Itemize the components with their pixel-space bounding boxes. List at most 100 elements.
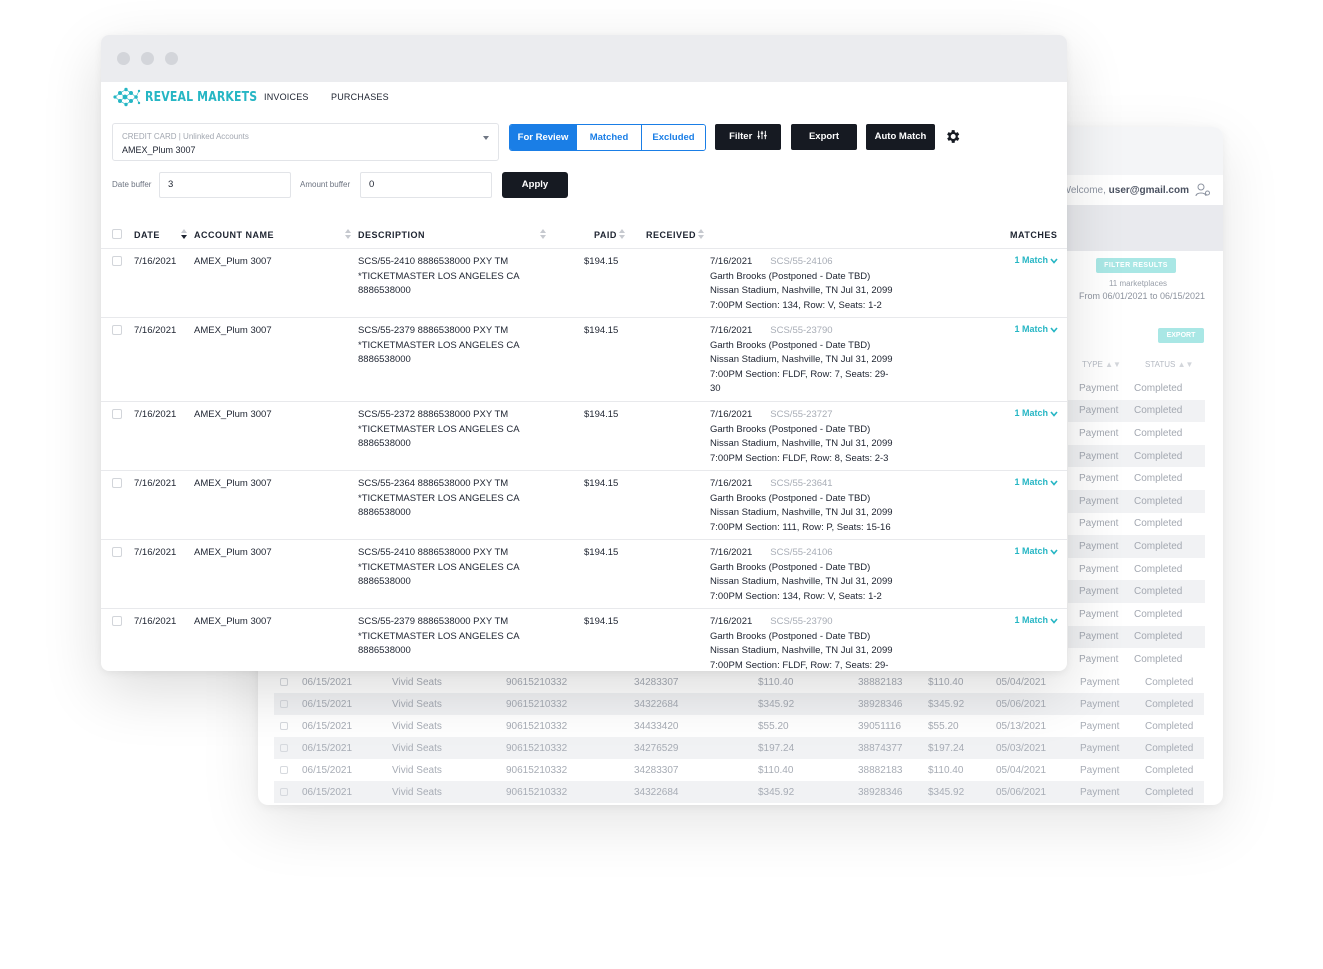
invoice-code[interactable]: SCS/55-23727 [770,409,832,420]
column-header-status[interactable]: STATUS ▲▼ [1145,360,1193,369]
column-header-account-name[interactable]: ACCOUNT NAME [194,230,274,240]
match-dropdown[interactable]: 1 Match [1014,324,1058,334]
window-maximize-dot[interactable] [165,52,178,65]
sort-icon[interactable] [181,228,187,240]
description-line: SCS/55-2379 8886538000 PXY TM [358,325,509,336]
invoice-code[interactable]: SCS/55-23790 [770,325,832,336]
window-close-dot[interactable] [117,52,130,65]
column-header-paid[interactable]: PAID [594,230,617,240]
invoice-code[interactable]: SCS/55-24106 [770,547,832,558]
table-row: 7/16/2021 AMEX_Plum 3007 SCS/55-2372 88865… [101,402,1067,471]
sort-icon[interactable] [619,228,625,240]
user-settings-icon[interactable] [1195,183,1211,197]
cell-paid: $194.15 [584,616,619,627]
invoice-code[interactable]: SCS/55-23641 [770,478,832,489]
invoice-date: 7/16/2021 [710,547,753,558]
date-buffer-input[interactable]: 3 [159,172,291,198]
row-checkbox[interactable] [280,766,288,774]
match-dropdown[interactable]: 1 Match [1014,408,1058,418]
column-header-date[interactable]: DATE [134,230,160,240]
row-checkbox[interactable] [112,478,122,488]
sort-icon[interactable] [345,228,351,240]
cell-description: SCS/55-2379 8886538000 PXY TM *TICKETMAST… [358,324,533,368]
row-checkbox[interactable] [280,678,288,686]
description-line: SCS/55-2410 8886538000 PXY TM [358,256,509,267]
row-checkbox[interactable] [112,409,122,419]
cell-paid_date: 05/13/2021 [996,720,1047,732]
description-line: *TICKETMASTER LOS ANGELES CA [358,630,520,642]
cell-amount2: $345.92 [928,786,965,798]
invoice-date: 7/16/2021 [710,478,753,489]
row-checkbox[interactable] [280,722,288,730]
row-checkbox[interactable] [112,256,122,266]
row-checkbox[interactable] [112,325,122,335]
window-minimize-dot[interactable] [141,52,154,65]
caret-down-icon [483,136,489,140]
nav-invoices[interactable]: INVOICES [264,92,309,102]
gear-icon[interactable] [944,128,961,145]
description-line: SCS/55-2410 8886538000 PXY TM [358,547,509,558]
invoice-code[interactable]: SCS/55-23790 [770,616,832,627]
background-row: Payment Completed [1068,489,1205,513]
cell-account-name: AMEX_Plum 3007 [194,256,272,267]
description-line: 8886538000 [358,645,411,656]
invoice-code[interactable]: SCS/55-24106 [770,256,832,267]
row-type: Payment [1079,563,1119,575]
tab-matched[interactable]: Matched [576,125,641,150]
sort-icon: ▲▼ [1105,360,1121,369]
match-dropdown[interactable]: 1 Match [1014,615,1058,625]
match-dropdown[interactable]: 1 Match [1014,255,1058,265]
tab-excluded[interactable]: Excluded [641,125,705,150]
cell-date: 7/16/2021 [134,325,177,336]
cell-market: Vivid Seats [392,742,442,754]
table-header: DATE ACCOUNT NAME DESCRIPTION PAID RECEI… [101,218,1067,249]
account-select[interactable]: CREDIT CARD | Unlinked Accounts AMEX_Plu… [112,123,499,161]
cell-market: Vivid Seats [392,764,442,776]
row-status: Completed [1134,473,1183,485]
row-checkbox[interactable] [280,744,288,752]
account-select-value: AMEX_Plum 3007 [122,145,196,155]
row-type: Payment [1079,608,1119,620]
background-table: 06/15/2021 Vivid Seats 90615210332 34283307… [274,671,1204,803]
cell-amount2: $197.24 [928,742,965,754]
column-header-received[interactable]: RECEIVED [646,230,696,240]
background-export-button[interactable]: EXPORT [1158,328,1204,343]
apply-button[interactable]: Apply [502,172,568,198]
filter-results-button[interactable]: FILTER RESULTS [1096,258,1176,273]
nav-purchases[interactable]: PURCHASES [331,92,389,102]
cell-status: Completed [1145,764,1194,776]
cell-order: 34322684 [634,786,679,798]
invoice-header: 7/16/2021 SCS/55-24106 [710,546,910,561]
match-dropdown[interactable]: 1 Match [1014,546,1058,556]
brand-logo[interactable]: REVEAL MARKETS [112,86,279,108]
column-header-description[interactable]: DESCRIPTION [358,230,425,240]
cell-date: 7/16/2021 [134,478,177,489]
row-checkbox[interactable] [280,700,288,708]
review-status-tabs: For Review Matched Excluded [509,124,706,151]
export-button[interactable]: Export [791,124,857,150]
row-status: Completed [1134,495,1183,507]
cell-account-name: AMEX_Plum 3007 [194,616,272,627]
auto-match-button[interactable]: Auto Match [866,124,935,150]
cell-invoice-match: 7/16/2021 SCS/55-23790 Garth Brooks (Postp… [710,324,910,397]
row-checkbox[interactable] [112,616,122,626]
cell-date: 06/15/2021 [302,764,353,776]
tab-for-review[interactable]: For Review [510,125,576,150]
row-checkbox[interactable] [280,788,288,796]
row-checkbox[interactable] [112,547,122,557]
filter-button[interactable]: Filter [715,124,781,150]
sort-icon[interactable] [540,228,546,240]
select-all-checkbox[interactable] [112,229,122,239]
invoice-line: Nissan Stadium, Nashville, TN Jul 31, 20… [710,645,893,656]
description-line: 8886538000 [358,354,411,365]
amount-buffer-input[interactable]: 0 [360,172,492,198]
cell-paid: $194.15 [584,325,619,336]
description-line: *TICKETMASTER LOS ANGELES CA [358,270,520,282]
match-dropdown[interactable]: 1 Match [1014,477,1058,487]
background-table-row: 06/15/2021 Vivid Seats 90615210332 34322684… [274,781,1204,803]
cell-invoice-match: 7/16/2021 SCS/55-24106 Garth Brooks (Postp… [710,546,910,604]
filter-button-label: Filter [729,131,753,142]
column-header-type[interactable]: TYPE ▲▼ [1082,360,1121,369]
sort-icon[interactable] [698,228,704,240]
cell-paid_date: 05/06/2021 [996,786,1047,798]
